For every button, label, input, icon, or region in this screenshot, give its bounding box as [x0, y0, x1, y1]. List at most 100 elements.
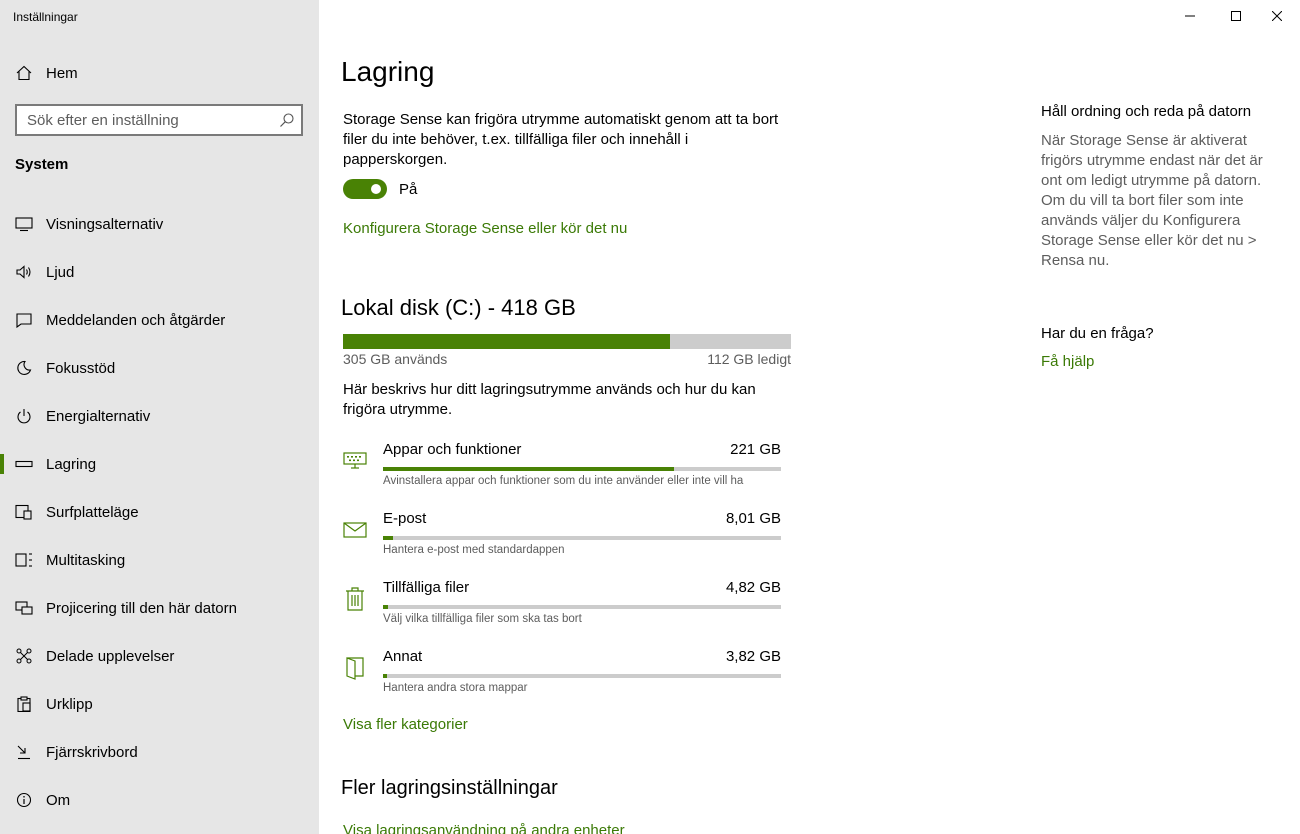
category-name: Appar och funktioner [383, 441, 522, 458]
category-subtitle: Hantera andra stora mappar [383, 682, 528, 694]
sidebar-item-label: Fjärrskrivbord [46, 743, 138, 761]
maximize-button[interactable] [1213, 0, 1259, 32]
remote-desktop-icon [14, 742, 34, 762]
sidebar-nav: Visningsalternativ Ljud Meddelanden och … [0, 200, 319, 824]
sidebar-item-home[interactable]: Hem [0, 56, 319, 90]
storage-sense-toggle[interactable] [343, 179, 387, 199]
disk-free-label: 112 GB ledigt [707, 351, 791, 367]
disk-usage-fill [343, 334, 671, 349]
category-subtitle: Hantera e-post med standardappen [383, 544, 565, 556]
home-icon [14, 63, 34, 83]
category-subtitle: Välj vilka tillfälliga filer som ska tas… [383, 613, 582, 625]
sidebar-item-urklipp[interactable]: Urklipp [0, 680, 319, 728]
tips-paragraph: När Storage Sense är aktiverat frigörs u… [1041, 132, 1263, 269]
sidebar-item-visningsalternativ[interactable]: Visningsalternativ [0, 200, 319, 248]
mail-icon [341, 516, 369, 544]
monitor-icon [14, 214, 34, 234]
sidebar-item-label: Urklipp [46, 695, 93, 713]
page-title: Lagring [341, 56, 435, 87]
sidebar-item-energialternativ[interactable]: Energialternativ [0, 392, 319, 440]
disk-usage-bar [343, 334, 791, 349]
storage-sense-toggle-row: På [343, 179, 417, 199]
question-heading: Har du en fråga? [1041, 325, 1154, 342]
category-name: E-post [383, 510, 427, 527]
category-subtitle: Avinstallera appar och funktioner som du… [383, 475, 744, 487]
category-name: Annat [383, 648, 423, 665]
storage-sense-description: Storage Sense kan frigöra utrymme automa… [343, 111, 779, 168]
category-name: Tillfälliga filer [383, 579, 470, 596]
search-input[interactable] [17, 106, 267, 134]
sidebar-item-label: Delade upplevelser [46, 647, 175, 665]
section-label: System [15, 156, 69, 173]
category-bar-fill [383, 467, 674, 471]
speaker-icon [14, 262, 34, 282]
category-size: 221 GB [730, 441, 781, 458]
configure-storage-sense-link[interactable]: Konfigurera Storage Sense eller kör det … [343, 220, 627, 237]
sidebar-item-label: Fokusstöd [46, 359, 116, 377]
sidebar-item-lagring[interactable]: Lagring [0, 440, 319, 488]
disk-description: Här beskrivs hur ditt lagringsutrymme an… [343, 381, 756, 418]
multitasking-icon [14, 550, 34, 570]
category-size: 8,01 GB [725, 510, 781, 527]
folder-icon [341, 654, 369, 682]
sidebar-item-label: Energialternativ [46, 407, 151, 425]
get-help-link[interactable]: Få hjälp [1041, 353, 1094, 370]
category-other[interactable]: Annat 3,82 GB Hantera andra stora mappar [341, 648, 783, 708]
category-bar [383, 467, 781, 471]
sidebar-item-delade-upplevelser[interactable]: Delade upplevelser [0, 632, 319, 680]
notification-icon [14, 310, 34, 330]
trash-icon [341, 585, 369, 613]
sidebar: Inställningar Hem System Visningsalterna… [0, 0, 319, 834]
minimize-icon [1185, 11, 1195, 21]
storage-icon [14, 454, 34, 474]
moon-icon [14, 358, 34, 378]
category-bar [383, 674, 781, 678]
sidebar-item-om[interactable]: Om [0, 776, 319, 824]
sidebar-item-multitasking[interactable]: Multitasking [0, 536, 319, 584]
sidebar-item-label: Projicering till den här datorn [46, 599, 237, 617]
sidebar-item-fokusstod[interactable]: Fokusstöd [0, 344, 319, 392]
category-apps[interactable]: Appar och funktioner 221 GB Avinstallera… [341, 441, 783, 501]
sidebar-item-surfplattelage[interactable]: Surfplatteläge [0, 488, 319, 536]
category-bar-fill [383, 674, 387, 678]
sidebar-item-label: Hem [46, 64, 78, 82]
sidebar-item-label: Multitasking [46, 551, 126, 569]
disk-title: Lokal disk (C:) - 418 GB [341, 295, 576, 320]
disk-used-label: 305 GB används [343, 351, 448, 367]
maximize-icon [1231, 11, 1241, 21]
power-icon [14, 406, 34, 426]
show-more-categories-link[interactable]: Visa fler kategorier [343, 716, 468, 733]
category-bar-fill [383, 536, 393, 540]
more-settings-title: Fler lagringsinställningar [341, 777, 558, 799]
category-bar-fill [383, 605, 389, 609]
sidebar-item-label: Lagring [46, 455, 97, 473]
close-button[interactable] [1254, 0, 1300, 32]
sidebar-item-fjarrskrivbord[interactable]: Fjärrskrivbord [0, 728, 319, 776]
search-icon[interactable] [279, 112, 295, 128]
tablet-icon [14, 502, 34, 522]
minimize-button[interactable] [1167, 0, 1213, 32]
shared-icon [14, 646, 34, 666]
info-icon [14, 790, 34, 810]
projection-icon [14, 598, 34, 618]
sidebar-item-label: Meddelanden och åtgärder [46, 311, 226, 329]
sidebar-item-label: Surfplatteläge [46, 503, 139, 521]
apps-icon [341, 447, 369, 475]
category-size: 3,82 GB [725, 648, 781, 665]
category-temp-files[interactable]: Tillfälliga filer 4,82 GB Välj vilka til… [341, 579, 783, 639]
search-box [15, 104, 303, 136]
category-bar [383, 605, 781, 609]
category-mail[interactable]: E-post 8,01 GB Hantera e-post med standa… [341, 510, 783, 570]
sidebar-item-ljud[interactable]: Ljud [0, 248, 319, 296]
category-size: 4,82 GB [725, 579, 781, 596]
clipboard-icon [14, 694, 34, 714]
toggle-state-label: På [399, 180, 418, 198]
sidebar-item-label: Ljud [46, 263, 75, 281]
sidebar-item-label: Om [46, 791, 71, 809]
sidebar-item-projicering[interactable]: Projicering till den här datorn [0, 584, 319, 632]
other-drives-link[interactable]: Visa lagringsanvändning på andra enheter [343, 822, 625, 834]
app-title: Inställningar [13, 10, 78, 24]
close-icon [1272, 11, 1282, 21]
sidebar-item-meddelanden[interactable]: Meddelanden och åtgärder [0, 296, 319, 344]
tips-heading: Håll ordning och reda på datorn [1041, 103, 1252, 120]
